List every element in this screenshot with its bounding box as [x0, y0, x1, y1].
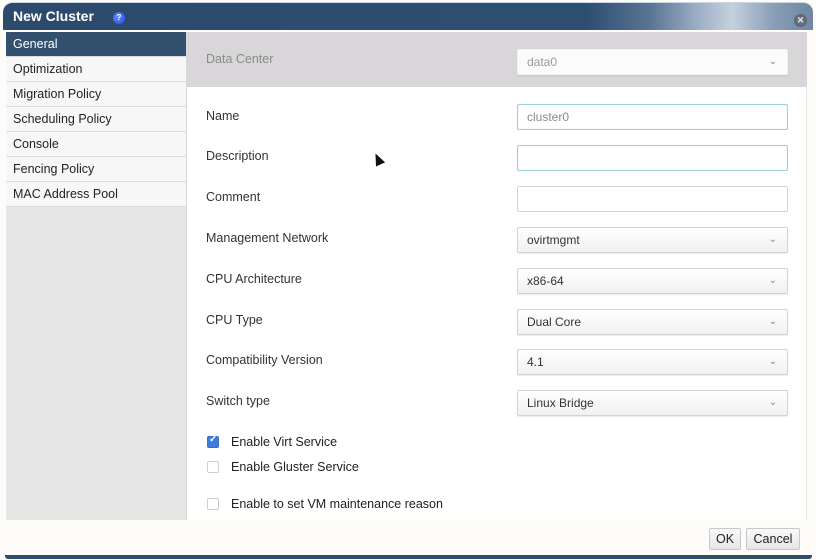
new-cluster-dialog: New Cluster ? ✕ General Optimization Mig… — [0, 0, 816, 560]
switch-type-value: Linux Bridge — [527, 396, 594, 410]
enable-virt-service-checkbox[interactable] — [207, 434, 219, 448]
cpu-architecture-label: CPU Architecture — [206, 272, 302, 286]
chevron-down-icon: ⌄ — [768, 275, 777, 286]
compatibility-version-select[interactable]: 4.1 ⌄ — [517, 349, 788, 375]
cpu-type-select[interactable]: Dual Core ⌄ — [517, 309, 788, 335]
name-value: cluster0 — [527, 110, 570, 124]
chevron-down-icon: ⌄ — [768, 56, 777, 67]
enable-gluster-service-checkbox[interactable] — [207, 461, 219, 473]
sidebar-item-optimization[interactable]: Optimization — [6, 57, 186, 82]
compatibility-version-label: Compatibility Version — [206, 353, 323, 367]
enable-vm-maintenance-reason-checkbox[interactable] — [207, 498, 219, 510]
chevron-down-icon: ⌄ — [768, 316, 777, 327]
ok-button[interactable]: OK — [709, 528, 741, 550]
enable-vm-maintenance-reason-label: Enable to set VM maintenance reason — [231, 497, 443, 511]
close-icon[interactable]: ✕ — [794, 14, 807, 27]
data-center-select[interactable]: data0 ⌄ — [517, 49, 788, 75]
enable-virt-service-row[interactable]: Enable Virt Service — [207, 434, 337, 450]
chevron-down-icon: ⌄ — [768, 234, 777, 245]
name-input[interactable]: cluster0 — [517, 104, 788, 130]
data-center-label: Data Center — [206, 52, 274, 66]
enable-virt-service-label: Enable Virt Service — [231, 435, 338, 449]
sidebar-item-general[interactable]: General — [6, 32, 186, 57]
sidebar-item-scheduling-policy[interactable]: Scheduling Policy — [6, 107, 186, 132]
cpu-type-label: CPU Type — [206, 313, 263, 327]
cancel-button[interactable]: Cancel — [746, 528, 800, 550]
help-icon[interactable]: ? — [113, 12, 125, 24]
sidebar: General Optimization Migration Policy Sc… — [6, 32, 186, 520]
management-network-select[interactable]: ovirtmgmt ⌄ — [517, 227, 788, 253]
dialog-title: New Cluster — [13, 8, 94, 24]
compatibility-version-value: 4.1 — [527, 355, 544, 369]
switch-type-select[interactable]: Linux Bridge ⌄ — [517, 390, 788, 416]
general-form: Data Center data0 ⌄ Name cluster0 Descri… — [186, 32, 807, 520]
cpu-type-value: Dual Core — [527, 315, 582, 329]
description-label: Description — [206, 149, 269, 163]
sidebar-item-mac-address-pool[interactable]: MAC Address Pool — [6, 182, 186, 207]
sidebar-item-fencing-policy[interactable]: Fencing Policy — [6, 157, 186, 182]
enable-gluster-service-row[interactable]: Enable Gluster Service — [207, 459, 359, 475]
data-center-value: data0 — [527, 55, 558, 69]
enable-vm-maintenance-reason-row[interactable]: Enable to set VM maintenance reason — [207, 496, 443, 512]
cpu-architecture-select[interactable]: x86-64 ⌄ — [517, 268, 788, 294]
dialog-titlebar[interactable]: New Cluster ? ✕ — [3, 2, 813, 30]
enable-gluster-service-label: Enable Gluster Service — [231, 460, 359, 474]
comment-label: Comment — [206, 190, 261, 204]
management-network-value: ovirtmgmt — [527, 233, 580, 247]
comment-input[interactable] — [517, 186, 788, 212]
sidebar-item-migration-policy[interactable]: Migration Policy — [6, 82, 186, 107]
sidebar-item-console[interactable]: Console — [6, 132, 186, 157]
name-label: Name — [206, 109, 240, 123]
chevron-down-icon: ⌄ — [768, 397, 777, 408]
dialog-bottom-border — [5, 555, 812, 559]
chevron-down-icon: ⌄ — [768, 356, 777, 367]
management-network-label: Management Network — [206, 231, 329, 245]
cpu-architecture-value: x86-64 — [527, 274, 564, 288]
description-input[interactable] — [517, 145, 788, 171]
switch-type-label: Switch type — [206, 394, 270, 408]
